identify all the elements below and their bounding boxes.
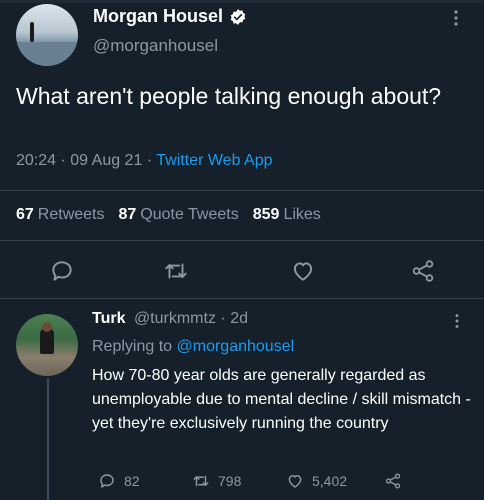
replying-prefix: Replying to bbox=[92, 338, 173, 355]
retweets-stat[interactable]: 67 Retweets bbox=[16, 206, 105, 224]
tweet-actions bbox=[0, 258, 484, 284]
tweet-stats: 67 Retweets 87 Quote Tweets 859 Likes bbox=[16, 206, 321, 224]
divider-middle bbox=[0, 240, 484, 241]
like-count: 5,402 bbox=[312, 473, 348, 489]
reply-reply-action[interactable]: 82 bbox=[98, 472, 140, 490]
retweet-count: 798 bbox=[218, 473, 242, 489]
reply-age[interactable]: 2d bbox=[230, 310, 248, 327]
reply-separator: · bbox=[220, 310, 226, 327]
author-name-row: Morgan Housel bbox=[93, 6, 247, 27]
replying-to: Replying to @morganhousel bbox=[92, 338, 294, 356]
meta-separator-2: · bbox=[146, 152, 153, 169]
reply-more-vertical-icon[interactable] bbox=[448, 312, 466, 330]
reply-display-name[interactable]: Turk bbox=[92, 310, 125, 327]
divider-top bbox=[0, 190, 484, 191]
meta-separator: · bbox=[60, 152, 66, 169]
tweet-meta: 20:24 · 09 Aug 21 · Twitter Web App bbox=[16, 152, 273, 170]
reply-like-action[interactable]: 5,402 bbox=[286, 472, 347, 490]
heart-icon[interactable] bbox=[290, 258, 316, 284]
reply-handle[interactable]: @turkmmtz bbox=[134, 310, 216, 327]
retweet-icon[interactable] bbox=[163, 258, 189, 284]
divider-bottom bbox=[0, 298, 484, 299]
reply-share-action[interactable] bbox=[384, 472, 410, 490]
reply-header: Turk @turkmmtz · 2d bbox=[92, 310, 248, 328]
share-icon bbox=[385, 473, 401, 489]
quote-tweets-stat[interactable]: 87 Quote Tweets bbox=[119, 206, 239, 224]
avatar-person-head bbox=[42, 322, 52, 332]
main-tweet: Morgan Housel @morganhousel What aren't … bbox=[0, 0, 484, 300]
verified-badge-icon bbox=[230, 8, 246, 25]
reply-bubble-icon[interactable] bbox=[49, 258, 75, 284]
reply-author-avatar[interactable] bbox=[16, 314, 78, 376]
tweet-time[interactable]: 20:24 bbox=[16, 152, 56, 169]
share-icon[interactable] bbox=[410, 258, 436, 284]
author-display-name[interactable]: Morgan Housel bbox=[93, 6, 223, 27]
reply-bubble-icon bbox=[100, 474, 114, 488]
tweet-text: What aren't people talking enough about? bbox=[16, 83, 442, 109]
reply-count: 82 bbox=[124, 473, 140, 489]
replying-mention[interactable]: @morganhousel bbox=[177, 338, 295, 355]
reply-actions: 82 798 5,402 bbox=[0, 472, 484, 494]
tweet-source[interactable]: Twitter Web App bbox=[156, 152, 272, 169]
likes-stat[interactable]: 859 Likes bbox=[253, 206, 321, 224]
author-avatar[interactable] bbox=[16, 4, 78, 66]
author-handle[interactable]: @morganhousel bbox=[93, 36, 218, 56]
avatar-shore bbox=[16, 42, 78, 66]
heart-icon bbox=[288, 475, 302, 488]
retweet-icon bbox=[193, 475, 209, 487]
more-vertical-icon[interactable] bbox=[446, 8, 466, 28]
tweet-date[interactable]: 09 Aug 21 bbox=[70, 152, 142, 169]
reply-text: How 70-80 year olds are generally regard… bbox=[92, 367, 471, 432]
reply-retweet-action[interactable]: 798 bbox=[192, 472, 241, 490]
avatar-figure bbox=[30, 22, 34, 42]
